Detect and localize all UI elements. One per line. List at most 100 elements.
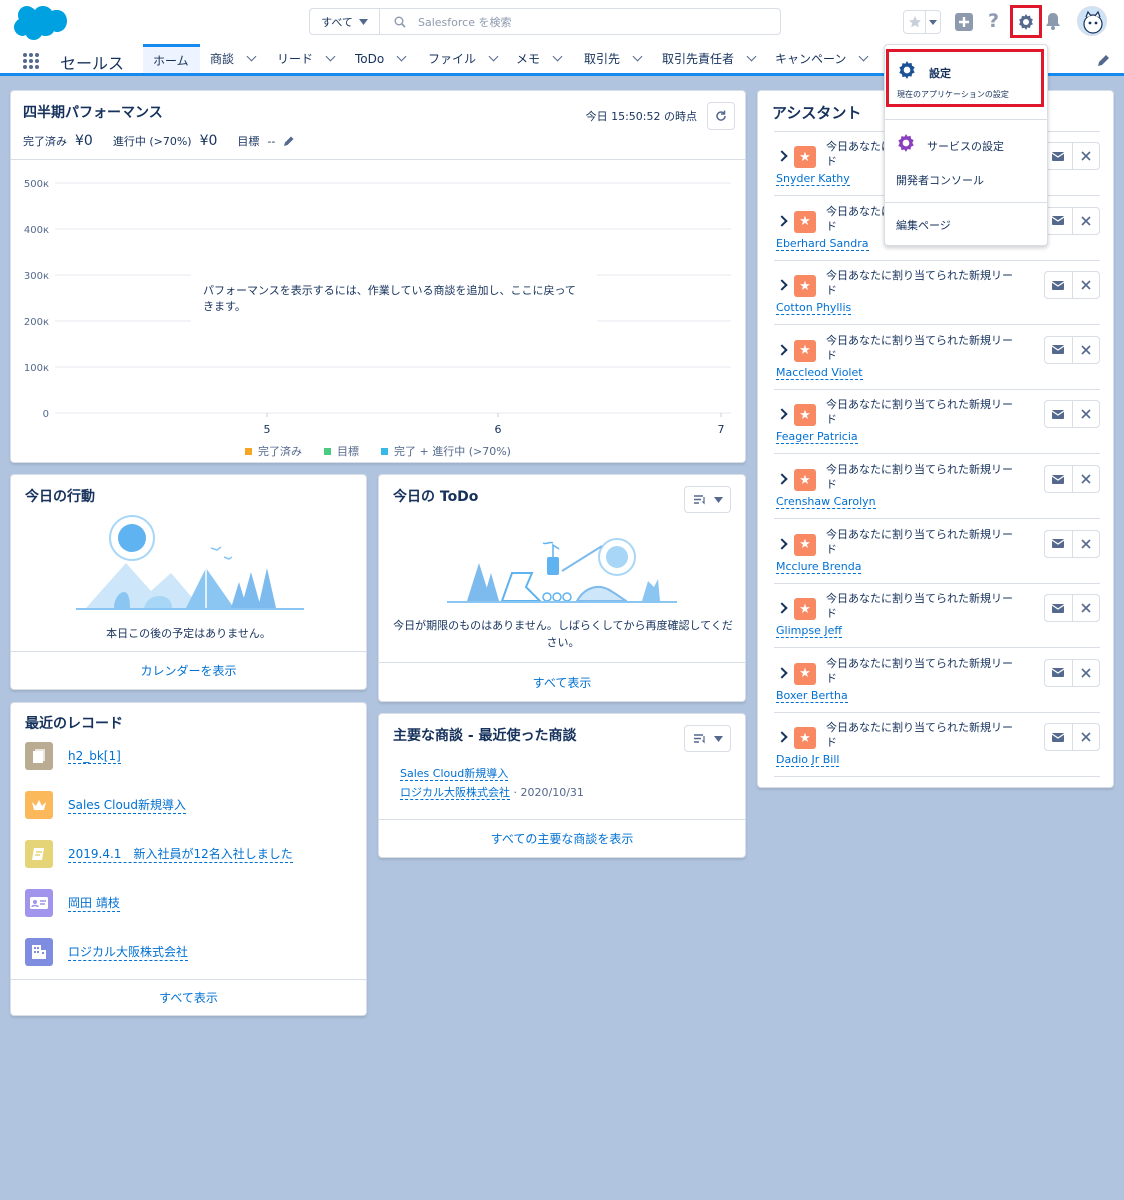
lead-name-link[interactable]: Glimpse Jeff <box>776 624 842 639</box>
recent-record-link[interactable]: 2019.4.1 新入社員が12名入社しました <box>68 845 293 863</box>
dismiss-close-icon[interactable] <box>1071 659 1100 686</box>
email-icon[interactable] <box>1045 208 1072 234</box>
service-setup-menu-item[interactable]: サービスの設定 <box>885 131 1047 159</box>
star-icon[interactable] <box>904 11 926 33</box>
lead-name-link[interactable]: Feager Patricia <box>776 430 858 445</box>
setup-gear-button[interactable] <box>1010 5 1042 38</box>
lead-name-link[interactable]: Snyder Kathy <box>776 172 850 186</box>
tab-campaigns[interactable]: キャンペーン <box>775 44 869 73</box>
edit-goal-pencil-icon[interactable] <box>283 135 295 147</box>
view-all-deals-link[interactable]: すべての主要な商談を表示 <box>379 819 745 858</box>
tab-home[interactable]: ホーム <box>143 44 200 73</box>
edit-nav-pencil-icon[interactable] <box>1097 54 1110 67</box>
lead-name-link[interactable]: Eberhard Sandra <box>776 237 869 251</box>
recent-record-item[interactable]: h2_bk[1] <box>25 741 121 771</box>
lead-name-link[interactable]: Mcclure Brenda <box>776 560 862 574</box>
notifications-bell-icon[interactable] <box>1045 12 1063 40</box>
chevron-right-icon[interactable] <box>776 150 788 162</box>
dismiss-close-icon[interactable] <box>1071 401 1100 428</box>
dismiss-close-icon[interactable] <box>1071 272 1100 299</box>
favorites-button[interactable] <box>903 10 941 34</box>
assistant-actions <box>1044 142 1100 170</box>
lead-name-link[interactable]: Maccleod Violet <box>776 366 863 380</box>
deal-name-link[interactable]: Sales Cloud新規導入 <box>400 767 509 781</box>
chevron-down-icon[interactable] <box>552 51 563 62</box>
salesforce-logo[interactable] <box>13 4 67 40</box>
lead-name-link[interactable]: Boxer Bertha <box>776 689 848 703</box>
chevron-down-icon[interactable] <box>632 51 643 62</box>
chevron-down-icon[interactable] <box>246 51 257 62</box>
caret-down-icon[interactable] <box>926 11 940 33</box>
setup-menu-item[interactable]: 設定 現在のアプリケーションの設定 <box>886 49 1044 107</box>
chevron-down-icon[interactable] <box>746 51 757 62</box>
deal-account-link[interactable]: ロジカル大阪株式会社 <box>400 786 510 800</box>
chevron-right-icon[interactable] <box>776 602 788 614</box>
view-calendar-link[interactable]: カレンダーを表示 <box>11 651 366 690</box>
recent-record-link[interactable]: 岡田 靖枝 <box>68 894 120 912</box>
dismiss-close-icon[interactable] <box>1071 207 1100 234</box>
assistant-lead-item: ★ 今日あなたに割り当てられた新規リード Crenshaw Carolyn <box>774 455 1100 519</box>
assistant-lead-item: ★ 今日あなたに割り当てられた新規リード Boxer Bertha <box>774 649 1100 713</box>
recent-record-item[interactable]: ロジカル大阪株式会社 <box>25 937 189 967</box>
recent-record-item[interactable]: 岡田 靖枝 <box>25 888 120 918</box>
chevron-right-icon[interactable] <box>776 279 788 291</box>
email-icon[interactable] <box>1045 531 1072 557</box>
lead-name-link[interactable]: Dadio Jr Bill <box>776 753 840 768</box>
y-tick-label: 300к <box>24 271 49 282</box>
view-all-recent-link[interactable]: すべて表示 <box>11 979 366 1016</box>
tab-accounts[interactable]: 取引先 <box>584 44 643 73</box>
email-icon[interactable] <box>1045 724 1072 750</box>
search-scope-select[interactable]: すべて <box>310 9 380 34</box>
gear-icon <box>898 134 914 152</box>
recent-record-item[interactable]: 2019.4.1 新入社員が12名入社しました <box>25 839 293 869</box>
developer-console-menu-item[interactable]: 開発者コンソール <box>896 172 984 188</box>
recent-record-link[interactable]: Sales Cloud新規導入 <box>68 796 187 814</box>
chevron-right-icon[interactable] <box>776 344 788 356</box>
lead-name-link[interactable]: Crenshaw Carolyn <box>776 495 876 509</box>
global-search[interactable]: すべて Salesforce を検索 <box>309 8 781 35</box>
search-input[interactable]: Salesforce を検索 <box>380 9 780 34</box>
dismiss-close-icon[interactable] <box>1071 466 1100 492</box>
chevron-right-icon[interactable] <box>776 537 788 550</box>
recent-record-link[interactable]: h2_bk[1] <box>68 749 121 764</box>
tab-files[interactable]: ファイル <box>428 44 499 73</box>
tab-opportunities[interactable]: 商談 <box>210 44 257 73</box>
chevron-right-icon[interactable] <box>776 408 788 421</box>
email-icon[interactable] <box>1045 143 1072 169</box>
deals-filter-button[interactable] <box>684 725 731 752</box>
chevron-right-icon[interactable] <box>776 473 788 485</box>
email-icon[interactable] <box>1045 272 1072 298</box>
chevron-down-icon[interactable] <box>325 51 336 62</box>
dismiss-close-icon[interactable] <box>1071 724 1100 751</box>
app-launcher-icon[interactable] <box>22 52 40 70</box>
chevron-down-icon[interactable] <box>396 51 407 62</box>
chevron-right-icon[interactable] <box>776 214 788 227</box>
email-icon[interactable] <box>1045 660 1072 686</box>
chevron-down-icon[interactable] <box>858 51 869 62</box>
recent-record-item[interactable]: Sales Cloud新規導入 <box>25 790 187 820</box>
refresh-button[interactable] <box>707 102 735 130</box>
dismiss-close-icon[interactable] <box>1071 336 1100 363</box>
chevron-down-icon[interactable] <box>488 51 499 62</box>
email-icon[interactable] <box>1045 466 1072 492</box>
chevron-right-icon[interactable] <box>776 731 788 744</box>
dismiss-close-icon[interactable] <box>1071 143 1100 169</box>
tab-todo[interactable]: ToDo <box>355 44 407 73</box>
user-avatar[interactable] <box>1077 6 1107 36</box>
help-icon[interactable]: ? <box>988 10 1006 38</box>
recent-record-link[interactable]: ロジカル大阪株式会社 <box>68 943 189 961</box>
view-all-todo-link[interactable]: すべて表示 <box>379 662 745 702</box>
dismiss-close-icon[interactable] <box>1071 595 1100 622</box>
global-add-button[interactable] <box>955 13 973 31</box>
chevron-right-icon[interactable] <box>776 667 788 679</box>
tab-notes[interactable]: メモ <box>516 44 563 73</box>
todo-filter-button[interactable] <box>684 486 731 513</box>
email-icon[interactable] <box>1045 595 1072 621</box>
edit-page-menu-item[interactable]: 編集ページ <box>896 217 951 233</box>
lead-name-link[interactable]: Cotton Phyllis <box>776 301 852 316</box>
dismiss-close-icon[interactable] <box>1071 530 1100 557</box>
email-icon[interactable] <box>1045 401 1072 427</box>
tab-leads[interactable]: リード <box>277 44 336 73</box>
tab-contacts[interactable]: 取引先責任者 <box>662 44 757 73</box>
email-icon[interactable] <box>1045 337 1072 363</box>
